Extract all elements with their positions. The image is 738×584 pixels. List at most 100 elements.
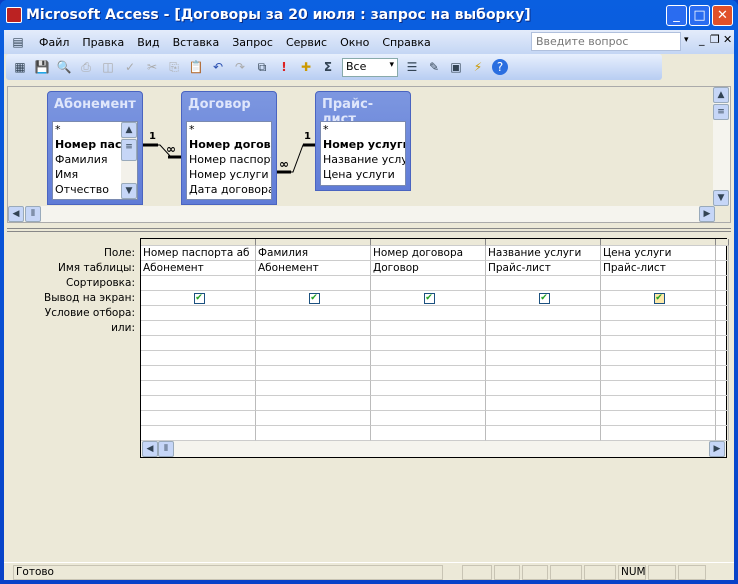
grid-cell[interactable]	[256, 351, 371, 366]
grid-cell[interactable]	[371, 321, 486, 336]
run-icon[interactable]: !	[276, 59, 292, 75]
menu-window[interactable]: Окно	[340, 36, 369, 49]
show-checkbox[interactable]: ✔	[653, 292, 665, 304]
grid-cell[interactable]: ✔	[141, 291, 256, 306]
grid-cell[interactable]: Абонемент	[256, 261, 371, 276]
top-values-select[interactable]: Все ▾	[342, 57, 398, 77]
document-icon[interactable]: ▤	[10, 34, 26, 50]
grid-cell[interactable]	[486, 366, 601, 381]
doc-restore-button[interactable]: ❐	[710, 33, 720, 46]
doc-minimize-button[interactable]: _	[699, 33, 705, 46]
grid-cell[interactable]	[256, 426, 371, 441]
scroll-thumb[interactable]: ⦀	[25, 206, 41, 222]
grid-cell[interactable]	[716, 366, 729, 381]
show-table-icon[interactable]: ✚	[298, 59, 314, 75]
grid-cell[interactable]	[486, 381, 601, 396]
ask-question-input[interactable]: Введите вопрос	[531, 32, 681, 51]
pane-splitter[interactable]	[7, 228, 731, 232]
print-preview-icon[interactable]: 🔍	[56, 59, 72, 75]
help-icon[interactable]: ?	[492, 59, 508, 75]
grid-cell[interactable]	[256, 306, 371, 321]
scroll-thumb[interactable]: ≡	[713, 104, 729, 120]
grid-cell[interactable]	[486, 411, 601, 426]
scroll-right-icon[interactable]: ▶	[699, 206, 715, 222]
grid-cell[interactable]	[486, 321, 601, 336]
view-icon[interactable]: ▦	[12, 59, 28, 75]
grid-cell[interactable]	[141, 306, 256, 321]
grid-cell[interactable]	[601, 336, 716, 351]
grid-cell[interactable]	[256, 276, 371, 291]
maximize-button[interactable]: □	[689, 5, 710, 26]
grid-cell[interactable]: Номер паспорта аб	[141, 246, 256, 261]
grid-cell[interactable]	[486, 306, 601, 321]
grid-cell[interactable]	[716, 351, 729, 366]
grid-cell[interactable]	[486, 426, 601, 441]
cut-icon[interactable]: ✂	[144, 59, 160, 75]
grid-cell[interactable]	[371, 306, 486, 321]
grid-cell[interactable]	[486, 396, 601, 411]
grid-cell[interactable]	[716, 246, 729, 261]
menu-view[interactable]: Вид	[137, 36, 159, 49]
grid-cell[interactable]	[141, 336, 256, 351]
grid-cell[interactable]	[141, 396, 256, 411]
ask-dropdown-icon[interactable]: ▾	[684, 35, 689, 45]
grid-cell[interactable]	[371, 336, 486, 351]
grid-cell[interactable]	[371, 276, 486, 291]
print-icon[interactable]: ⎙	[78, 59, 94, 75]
grid-cell[interactable]	[256, 396, 371, 411]
minimize-button[interactable]: _	[666, 5, 687, 26]
grid-cell[interactable]	[601, 426, 716, 441]
grid-cell[interactable]: ✔	[371, 291, 486, 306]
menu-file[interactable]: Файл	[39, 36, 69, 49]
preview-icon[interactable]: ◫	[100, 59, 116, 75]
menu-tools[interactable]: Сервис	[286, 36, 327, 49]
grid-cell[interactable]	[716, 426, 729, 441]
table-pane-vscrollbar[interactable]: ▲ ≡ ▼	[713, 87, 730, 206]
grid-cell[interactable]	[716, 276, 729, 291]
grid-cell[interactable]	[256, 381, 371, 396]
grid-cell[interactable]	[601, 411, 716, 426]
grid-cell[interactable]	[601, 381, 716, 396]
grid-cell[interactable]	[716, 306, 729, 321]
table-pane-hscrollbar[interactable]: ◀ ⦀ ▶	[8, 206, 715, 222]
grid-cell[interactable]	[371, 381, 486, 396]
grid-cell[interactable]: Название услуги	[486, 246, 601, 261]
grid-cell[interactable]	[256, 366, 371, 381]
grid-cell[interactable]: ✔	[601, 291, 716, 306]
column-selector[interactable]	[601, 239, 716, 246]
properties-icon[interactable]: ☰	[404, 59, 420, 75]
column-selector[interactable]	[371, 239, 486, 246]
column-selector[interactable]	[256, 239, 371, 246]
grid-cell[interactable]	[486, 336, 601, 351]
database-window-icon[interactable]: ▣	[448, 59, 464, 75]
grid-cell[interactable]: ✔	[256, 291, 371, 306]
grid-cell[interactable]	[371, 366, 486, 381]
grid-cell[interactable]: Прайс-лист	[601, 261, 716, 276]
show-checkbox[interactable]: ✔	[538, 292, 550, 304]
scroll-up-icon[interactable]: ▲	[713, 87, 729, 103]
grid-cell[interactable]	[716, 396, 729, 411]
grid-cell[interactable]	[141, 321, 256, 336]
grid-cell[interactable]	[371, 426, 486, 441]
menu-query[interactable]: Запрос	[232, 36, 273, 49]
grid-cell[interactable]	[141, 381, 256, 396]
grid-cell[interactable]	[716, 321, 729, 336]
undo-icon[interactable]: ↶	[210, 59, 226, 75]
grid-cell[interactable]	[141, 426, 256, 441]
scroll-left-icon[interactable]: ◀	[8, 206, 24, 222]
grid-cell[interactable]	[601, 306, 716, 321]
grid-cell[interactable]	[601, 396, 716, 411]
grid-cell[interactable]	[371, 351, 486, 366]
totals-icon[interactable]: Σ	[320, 59, 336, 75]
scroll-down-icon[interactable]: ▼	[713, 190, 729, 206]
grid-cell[interactable]	[256, 336, 371, 351]
grid-cell[interactable]	[716, 381, 729, 396]
grid-cell[interactable]	[486, 351, 601, 366]
grid-cell[interactable]	[601, 351, 716, 366]
grid-cell[interactable]	[256, 411, 371, 426]
grid-hscrollbar[interactable]: ◀ ⦀ ▶	[141, 440, 726, 457]
show-checkbox[interactable]: ✔	[193, 292, 205, 304]
paste-icon[interactable]: 📋	[188, 59, 204, 75]
grid-cell[interactable]: Цена услуги	[601, 246, 716, 261]
grid-cell[interactable]	[716, 291, 729, 306]
